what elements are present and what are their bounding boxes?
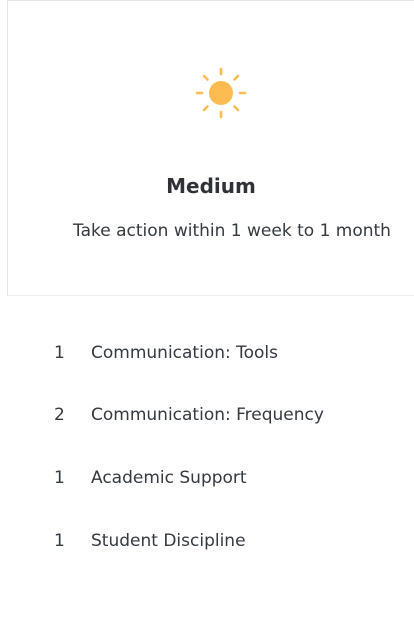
item-count: 1: [54, 468, 65, 488]
category-list: 1 Communication: Tools 2 Communication: …: [0, 296, 414, 619]
item-count: 1: [54, 531, 65, 551]
item-label: Communication: Frequency: [91, 405, 324, 425]
item-label: Communication: Tools: [91, 343, 278, 363]
sun-icon: [195, 67, 247, 119]
list-item[interactable]: 2 Communication: Frequency: [0, 402, 414, 428]
item-label: Academic Support: [91, 468, 247, 488]
list-item[interactable]: 1 Communication: Tools: [0, 340, 414, 366]
list-item[interactable]: 1 Student Discipline: [0, 528, 414, 554]
item-label: Student Discipline: [91, 531, 246, 551]
priority-title: Medium: [166, 174, 256, 198]
item-count: 2: [54, 405, 65, 425]
list-item[interactable]: 1 Academic Support: [0, 465, 414, 491]
item-count: 1: [54, 343, 65, 363]
priority-description: Take action within 1 week to 1 month: [73, 221, 391, 241]
priority-card: Medium Take action within 1 week to 1 mo…: [7, 0, 414, 296]
